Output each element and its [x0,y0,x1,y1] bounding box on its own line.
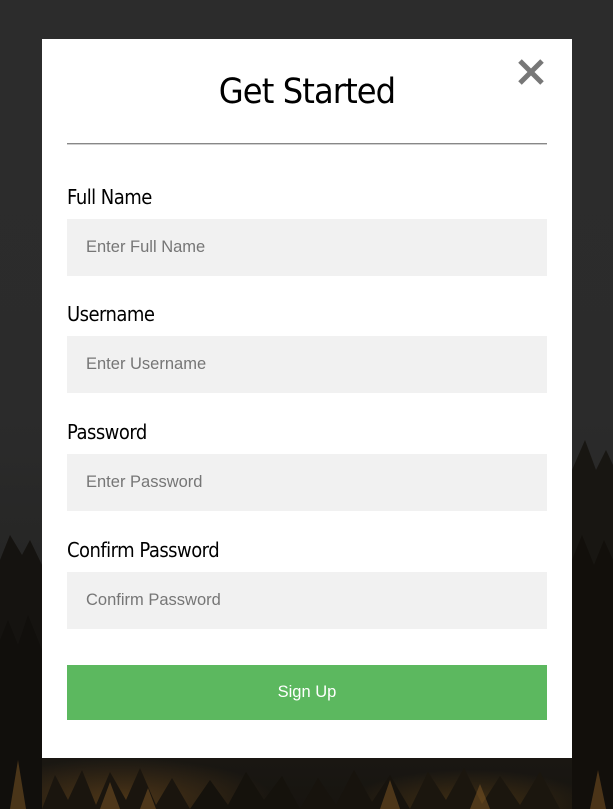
full-name-input[interactable] [67,219,547,276]
signup-modal: Get Started Full Name Username Password … [42,39,572,758]
modal-title: Get Started [218,72,396,112]
password-input[interactable] [67,454,547,511]
confirm-password-label: Confirm Password [67,538,220,562]
password-label: Password [67,420,147,444]
confirm-password-input[interactable] [67,572,547,629]
username-field-group: Username [67,301,547,393]
password-field-group: Password [67,419,547,511]
username-label: Username [67,302,155,326]
title-divider [67,143,547,145]
sign-up-button[interactable]: Sign Up [67,665,547,720]
username-input[interactable] [67,336,547,393]
full-name-label: Full Name [67,185,152,209]
confirm-password-field-group: Confirm Password [67,537,547,629]
full-name-field-group: Full Name [67,184,547,276]
